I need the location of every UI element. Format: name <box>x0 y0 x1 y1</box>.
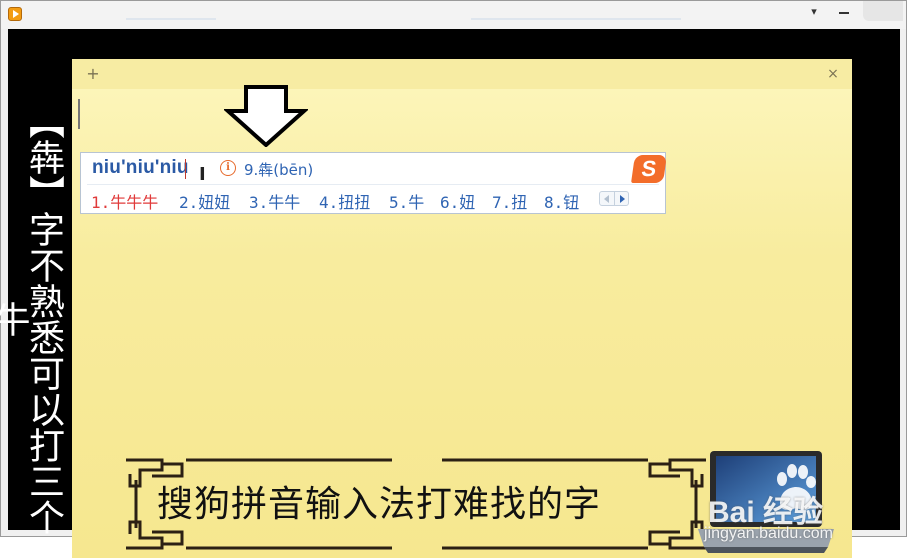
banner-title: 搜狗拼音输入法打难找的字 <box>157 484 602 525</box>
ime-candidate[interactable]: 1.牛牛牛 <box>91 189 158 213</box>
watermark-logo: Bai 经验 <box>708 496 824 529</box>
ime-candidate[interactable]: 3.牛牛 <box>249 189 300 213</box>
ime-candidate[interactable]: 6.妞 <box>440 189 475 213</box>
ime-candidate[interactable]: 8.钮 <box>544 189 579 213</box>
ime-divider <box>87 184 659 185</box>
text-caret <box>78 99 80 129</box>
ime-candidate[interactable]: 2.妞妞 <box>179 189 230 213</box>
i-beam-cursor-icon: I <box>199 164 206 185</box>
title-bar-ghost <box>471 18 681 20</box>
note-toolbar: + × <box>72 59 852 89</box>
sticky-note[interactable]: + × niu'niu'niu I i 9.犇(bēn) S 1.牛牛牛 2.妞… <box>72 59 852 558</box>
down-arrow-icon <box>224 85 308 147</box>
info-icon[interactable]: i <box>220 160 236 176</box>
ime-pinyin-input[interactable]: niu'niu'niu <box>92 157 189 179</box>
chevron-left-icon[interactable] <box>600 192 614 205</box>
watermark-url: jingyan.baidu.com <box>704 525 833 542</box>
ime-candidate[interactable]: 4.扭扭 <box>319 189 370 213</box>
close-note-button[interactable]: × <box>826 64 840 84</box>
chevron-right-icon[interactable] <box>614 192 629 205</box>
ime-candidate-window: niu'niu'niu I i 9.犇(bēn) S 1.牛牛牛 2.妞妞 3.… <box>80 152 667 214</box>
chevron-down-icon[interactable]: ▾ <box>807 5 821 19</box>
ime-pager <box>599 191 629 206</box>
application-window: ▾ 【犇】字不熟悉可以打三个牛 + × niu'niu'niu I i 9.犇(… <box>0 0 907 558</box>
title-bar: ▾ <box>1 1 906 29</box>
ime-candidate[interactable]: 7.扭 <box>492 189 527 213</box>
ime-input-cursor <box>185 159 186 179</box>
vertical-caption: 【犇】字不熟悉可以打三个牛 <box>0 103 64 535</box>
title-bar-ghost <box>126 18 216 20</box>
video-player-icon[interactable] <box>8 7 22 21</box>
ime-candidate[interactable]: 5.牛 <box>389 189 424 213</box>
video-frame: 【犇】字不熟悉可以打三个牛 + × niu'niu'niu I i 9.犇(bē… <box>0 29 900 558</box>
close-window-button[interactable] <box>863 1 903 21</box>
add-note-button[interactable]: + <box>86 64 100 84</box>
ime-hint[interactable]: 9.犇(bēn) <box>244 159 313 180</box>
minimize-icon[interactable] <box>837 5 851 19</box>
sogou-logo-icon[interactable]: S <box>631 155 667 183</box>
